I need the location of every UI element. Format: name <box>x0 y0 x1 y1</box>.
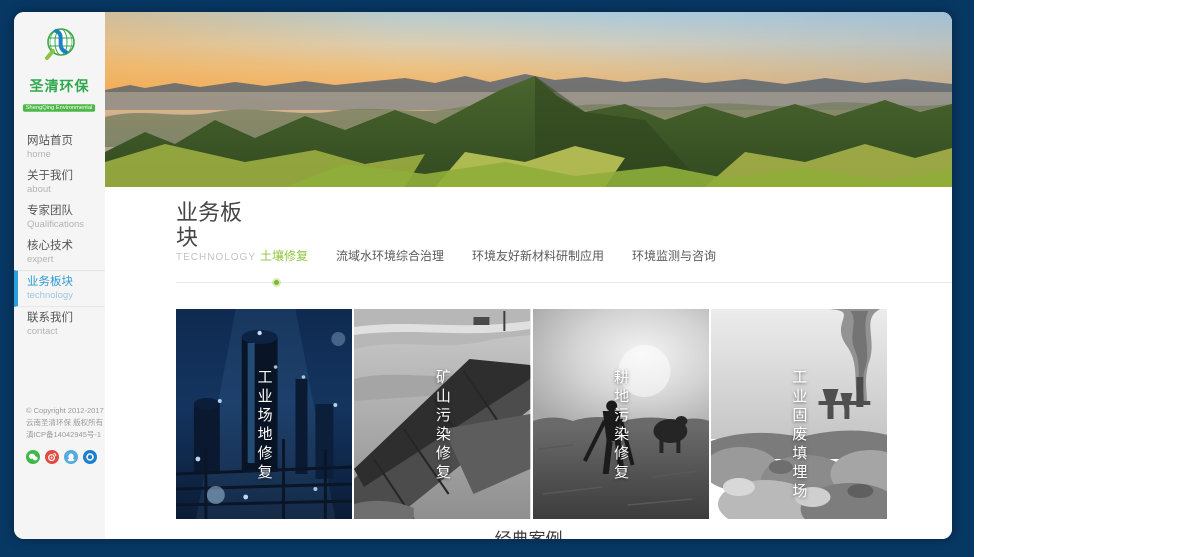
card-industrial-site[interactable]: 工业场地修复 <box>176 309 352 519</box>
nav-label: 专家团队 <box>27 204 105 219</box>
sidebar-nav: 网站首页 home 关于我们 about 专家团队 Qualifications… <box>14 130 105 342</box>
sidebar-item-home[interactable]: 网站首页 home <box>14 130 105 165</box>
nav-label: 关于我们 <box>27 169 105 184</box>
qzone-icon[interactable] <box>83 450 97 464</box>
nav-sublabel: Qualifications <box>27 219 105 231</box>
site-card: 圣清环保 ShengQing Environmental 网站首页 home 关… <box>14 12 952 539</box>
nav-label: 联系我们 <box>27 311 105 326</box>
nav-label: 网站首页 <box>27 134 105 149</box>
wechat-icon[interactable] <box>26 450 40 464</box>
icp-number: 滇ICP备14042945号-1 <box>26 429 105 441</box>
nav-sublabel: technology <box>27 290 105 302</box>
card-landfill[interactable]: 工业固废填埋场 <box>711 309 887 519</box>
business-cards: 工业场地修复 <box>176 309 887 519</box>
tab-watershed-treatment[interactable]: 流域水环境综合治理 <box>336 247 444 264</box>
sidebar-item-technology[interactable]: 业务板块 technology <box>14 270 105 307</box>
logo-title: 圣清环保 <box>14 76 105 96</box>
weibo-icon[interactable] <box>45 450 59 464</box>
next-section-title: 经典案例 <box>105 525 952 539</box>
globe-magnifier-icon <box>38 25 82 67</box>
sidebar-item-contact[interactable]: 联系我们 contact <box>14 307 105 342</box>
copyright-line1: © Copyright 2012-2017 <box>26 405 105 417</box>
main-content: 业务板块 TECHNOLOGY 土壤修复 流域水环境综合治理 环境友好新材料研制… <box>105 12 952 539</box>
active-tab-marker-icon <box>272 278 281 287</box>
hero-mountain-banner <box>105 12 952 187</box>
nav-sublabel: home <box>27 149 105 161</box>
qq-icon[interactable] <box>64 450 78 464</box>
nav-sublabel: about <box>27 184 105 196</box>
section-header: 业务板块 TECHNOLOGY 土壤修复 流域水环境综合治理 环境友好新材料研制… <box>105 187 952 265</box>
card-farmland-remediation[interactable]: 耕地污染修复 <box>533 309 709 519</box>
tab-monitoring-consulting[interactable]: 环境监测与咨询 <box>632 247 716 264</box>
company-logo[interactable]: 圣清环保 ShengQing Environmental <box>14 12 105 114</box>
card-caption: 工业固废填埋场 <box>788 369 809 502</box>
technology-tabs: 土壤修复 流域水环境综合治理 环境友好新材料研制应用 环境监测与咨询 <box>260 247 716 265</box>
nav-label: 核心技术 <box>27 239 105 254</box>
card-mine-remediation[interactable]: 矿山污染修复 <box>354 309 530 519</box>
nav-sublabel: contact <box>27 326 105 338</box>
sidebar-footer: © Copyright 2012-2017 云南圣清环保 版权所有 滇ICP备1… <box>14 405 105 464</box>
nav-label: 业务板块 <box>27 275 105 290</box>
social-links <box>26 450 105 464</box>
page-title: 业务板块 <box>176 200 260 250</box>
sidebar-item-core-tech[interactable]: 核心技术 expert <box>14 235 105 270</box>
tab-divider <box>176 282 952 283</box>
sidebar-item-experts[interactable]: 专家团队 Qualifications <box>14 200 105 235</box>
tab-eco-materials[interactable]: 环境友好新材料研制应用 <box>472 247 604 264</box>
page-subtitle: TECHNOLOGY <box>176 250 260 265</box>
card-caption: 耕地污染修复 <box>610 369 631 483</box>
logo-subtitle: ShengQing Environmental <box>23 104 95 112</box>
card-caption: 矿山污染修复 <box>432 369 453 483</box>
sidebar: 圣清环保 ShengQing Environmental 网站首页 home 关… <box>14 12 105 539</box>
section-title-block: 业务板块 TECHNOLOGY <box>176 200 260 265</box>
copyright-line2: 云南圣清环保 版权所有 <box>26 417 105 429</box>
sidebar-item-about[interactable]: 关于我们 about <box>14 165 105 200</box>
tab-soil-remediation[interactable]: 土壤修复 <box>260 247 308 264</box>
nav-sublabel: expert <box>27 254 105 266</box>
card-caption: 工业场地修复 <box>254 369 275 483</box>
